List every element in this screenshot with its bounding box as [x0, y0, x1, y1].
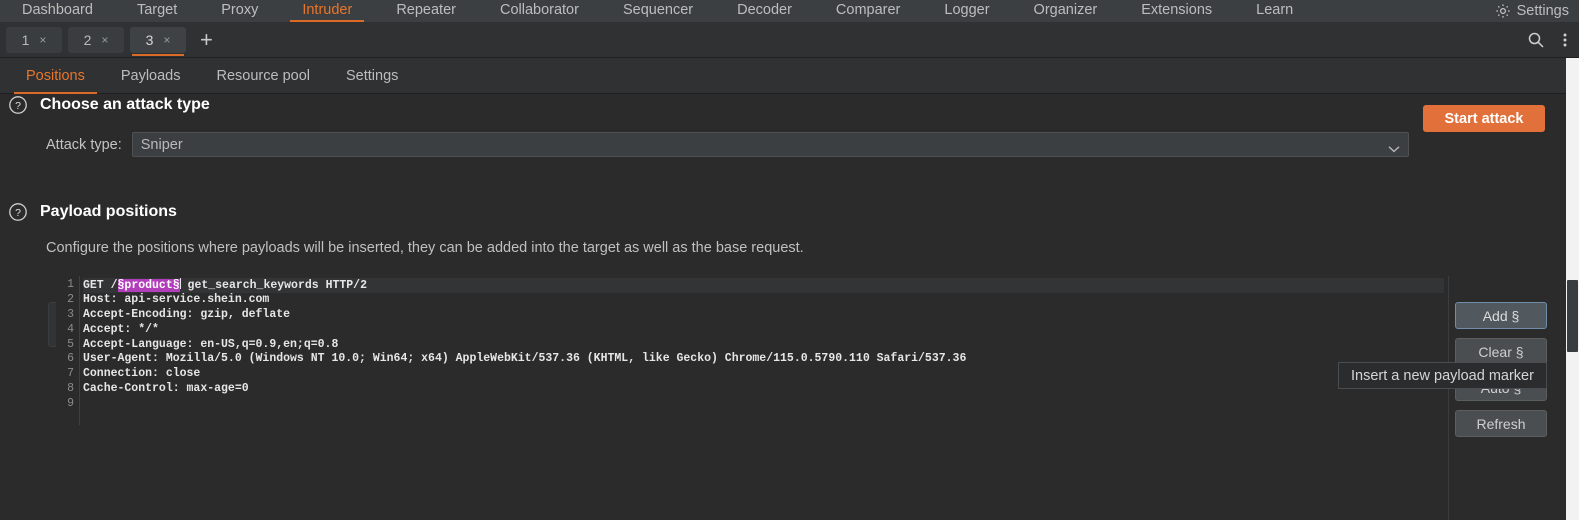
attack-type-label: Attack type:: [46, 136, 122, 153]
line-number: 2: [67, 292, 74, 306]
request-line[interactable]: Connection: close: [83, 367, 1444, 382]
nav-item-learn[interactable]: Learn: [1234, 0, 1315, 22]
close-icon[interactable]: ×: [101, 33, 108, 47]
line-number: 7: [67, 367, 74, 381]
request-line[interactable]: [83, 397, 1444, 412]
attack-tab-2[interactable]: 2 ×: [68, 27, 124, 53]
marker-button-refresh[interactable]: Refresh: [1455, 410, 1547, 437]
sub-tab-settings[interactable]: Settings: [328, 58, 416, 94]
request-line-text: GET /: [83, 279, 118, 292]
add-tab-button[interactable]: +: [192, 29, 221, 51]
nav-item-organizer[interactable]: Organizer: [1012, 0, 1120, 22]
nav-item-collaborator[interactable]: Collaborator: [478, 0, 601, 22]
attack-tab-label: 1: [21, 32, 30, 48]
request-line[interactable]: User-Agent: Mozilla/5.0 (Windows NT 10.0…: [83, 352, 1444, 367]
line-number: 1: [67, 278, 74, 291]
request-line-text: User-Agent: Mozilla/5.0 (Windows NT 10.0…: [83, 352, 967, 366]
start-attack-button[interactable]: Start attack: [1423, 105, 1545, 132]
request-line-text: Host: api-service.shein.com: [83, 292, 270, 306]
line-number: 9: [67, 397, 74, 411]
payload-positions-title: Payload positions: [40, 203, 177, 220]
nav-item-decoder[interactable]: Decoder: [715, 0, 814, 22]
main-nav-items: Dashboard Target Proxy Intruder Repeater Coll…: [0, 0, 1315, 22]
payload-marker: §product§: [117, 279, 180, 292]
settings-area[interactable]: Settings: [1495, 0, 1569, 22]
line-number: 6: [67, 352, 74, 366]
line-number: 5: [67, 337, 74, 351]
nav-item-extensions[interactable]: Extensions: [1119, 0, 1234, 22]
line-number: 3: [67, 307, 74, 321]
line-number: 4: [67, 322, 74, 336]
request-line[interactable]: GET /§product§ get_search_keywords HTTP/…: [83, 278, 1444, 293]
sub-tab-payloads[interactable]: Payloads: [103, 58, 199, 94]
nav-item-comparer[interactable]: Comparer: [814, 0, 922, 22]
attack-tab-1[interactable]: 1 ×: [6, 27, 62, 53]
attack-tabs: 1 × 2 × 3 × +: [0, 22, 1579, 58]
gear-icon: [1495, 3, 1511, 19]
vertical-scrollbar[interactable]: [1566, 58, 1579, 520]
close-icon[interactable]: ×: [163, 33, 170, 47]
nav-item-proxy[interactable]: Proxy: [199, 0, 280, 22]
attack-tab-3[interactable]: 3 ×: [130, 27, 186, 56]
sub-tab-resource-pool[interactable]: Resource pool: [199, 58, 329, 94]
request-line-text: Accept: */*: [83, 322, 159, 336]
request-line-text-after: get_search_keywords HTTP/2: [180, 279, 367, 292]
tab-strip-actions: [1527, 22, 1567, 58]
request-line-text: Cache-Control: max-age=0: [83, 382, 249, 396]
attack-tab-strip: 1 × 2 × 3 × +: [0, 22, 1579, 58]
main-navigation-bar: Dashboard Target Proxy Intruder Repeater Coll…: [0, 0, 1579, 22]
nav-item-logger[interactable]: Logger: [922, 0, 1011, 22]
sub-nav-items: Positions Payloads Resource pool Settings: [0, 58, 1579, 94]
svg-text:?: ?: [15, 100, 21, 112]
close-icon[interactable]: ×: [39, 33, 46, 47]
settings-label: Settings: [1516, 3, 1569, 19]
attack-type-select[interactable]: Sniper: [131, 132, 1409, 157]
nav-item-sequencer[interactable]: Sequencer: [601, 0, 715, 22]
nav-item-repeater[interactable]: Repeater: [374, 0, 478, 22]
editor-code-area[interactable]: GET /§product§ get_search_keywords HTTP/…: [83, 276, 1444, 425]
marker-button-add[interactable]: Add §: [1455, 302, 1547, 329]
request-line-text: Accept-Language: en-US,q=0.9,en;q=0.8: [83, 337, 339, 351]
attack-type-selected-value: Sniper: [140, 136, 183, 153]
svg-text:?: ?: [15, 207, 21, 219]
editor-column-divider: [1448, 276, 1449, 520]
question-mark-circle-icon[interactable]: ?: [8, 202, 28, 222]
editor-gutter-divider: [79, 276, 80, 425]
payload-positions-section-header: ? Payload positions: [0, 202, 1566, 222]
request-line[interactable]: Host: api-service.shein.com: [83, 293, 1444, 308]
chevron-down-icon: [1388, 141, 1400, 152]
request-line[interactable]: Cache-Control: max-age=0: [83, 382, 1444, 397]
intruder-sub-navigation: Positions Payloads Resource pool Settings: [0, 58, 1579, 94]
attack-type-section-header: ? Choose an attack type: [0, 95, 1566, 115]
sub-tab-positions[interactable]: Positions: [8, 58, 103, 94]
payload-positions-description: Configure the positions where payloads w…: [46, 240, 804, 256]
vertical-scrollbar-thumb[interactable]: [1567, 280, 1578, 352]
question-mark-circle-icon[interactable]: ?: [8, 95, 28, 115]
search-icon[interactable]: [1527, 31, 1545, 49]
request-line-text: Accept-Encoding: gzip, deflate: [83, 307, 291, 321]
marker-button-clear[interactable]: Clear §: [1455, 338, 1547, 365]
kebab-menu-icon[interactable]: [1563, 31, 1567, 49]
request-editor[interactable]: 123456789 GET /§product§ get_search_keyw…: [56, 276, 1444, 425]
attack-tab-label: 2: [83, 32, 92, 48]
line-number: 8: [67, 382, 74, 396]
attack-tab-label: 3: [145, 32, 154, 48]
attack-type-title: Choose an attack type: [40, 96, 210, 113]
nav-item-dashboard[interactable]: Dashboard: [0, 0, 115, 22]
request-line[interactable]: Accept-Encoding: gzip, deflate: [83, 308, 1444, 323]
request-line[interactable]: Accept-Language: en-US,q=0.9,en;q=0.8: [83, 338, 1444, 353]
request-line-text: Connection: close: [83, 367, 201, 381]
nav-item-target[interactable]: Target: [115, 0, 199, 22]
attack-type-row: Attack type: Sniper: [0, 132, 1566, 157]
payload-marker-tooltip: Insert a new payload marker: [1338, 362, 1547, 389]
nav-item-intruder[interactable]: Intruder: [280, 0, 374, 22]
request-line[interactable]: Accept: */*: [83, 323, 1444, 338]
editor-line-numbers: 123456789: [56, 276, 78, 425]
